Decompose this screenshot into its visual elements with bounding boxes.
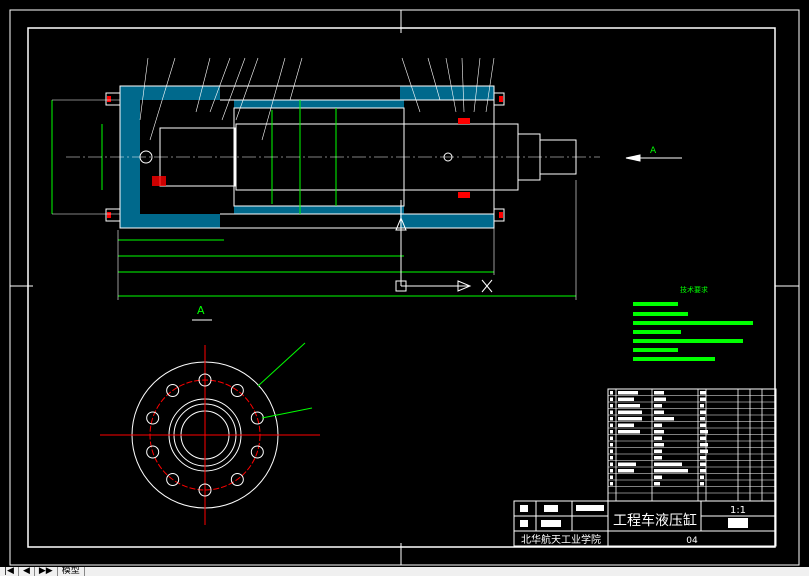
- school-name: 北华航天工业学院: [521, 533, 601, 546]
- tab-nav-first[interactable]: |◀: [0, 567, 19, 576]
- layout-tab-bar: |◀ ◀ ▶▶ 模型: [0, 567, 809, 576]
- cad-drawing-canvas[interactable]: A A 技术要求 工程车液压缸 1:1 北华航天工业学院 04: [0, 0, 809, 576]
- cylinder-section-view: [51, 57, 682, 300]
- drawing-title: 工程车液压缸: [613, 512, 697, 529]
- drawing-number: 04: [686, 536, 698, 546]
- parts-list-table: [607, 388, 777, 502]
- flange-end-view: A: [100, 304, 320, 525]
- drawing-scale: 1:1: [730, 505, 746, 516]
- tech-req-title: 技术要求: [680, 285, 708, 294]
- tech-req-text: [633, 302, 753, 361]
- bolt-hole: [250, 411, 264, 425]
- section-arrow-label: A: [650, 146, 657, 156]
- designer-name: [728, 518, 748, 528]
- view-label: A: [197, 304, 205, 317]
- tab-model[interactable]: 模型: [58, 567, 85, 576]
- tab-nav-prev[interactable]: ◀: [19, 567, 35, 576]
- tab-nav-next[interactable]: ▶▶: [35, 567, 58, 576]
